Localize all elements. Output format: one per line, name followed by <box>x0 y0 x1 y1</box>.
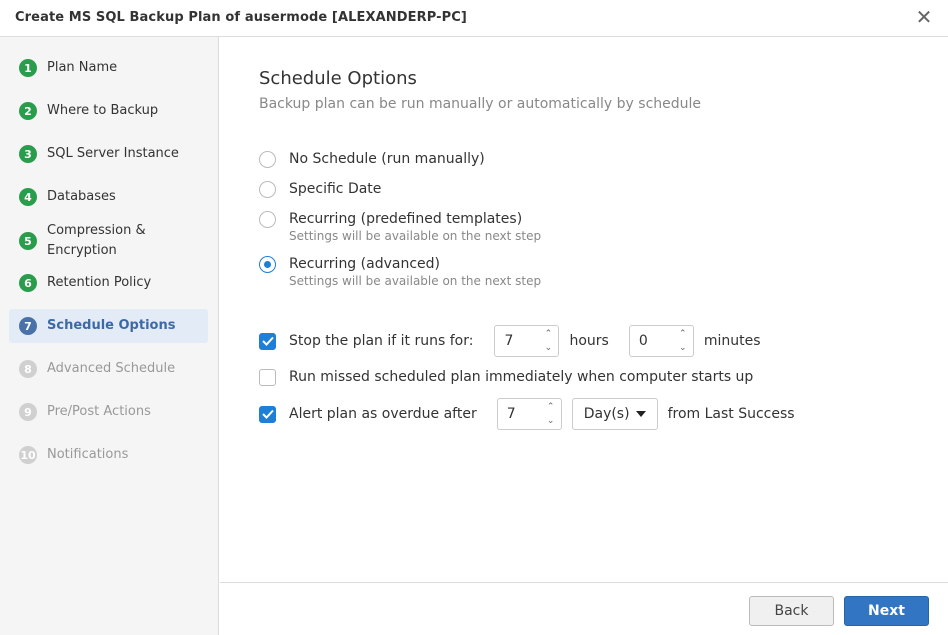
step-label: Where to Backup <box>47 103 159 118</box>
close-icon[interactable]: ✕ <box>912 5 936 29</box>
wizard-steps-sidebar: 1 Plan Name 2 Where to Backup 3 SQL Serv… <box>0 37 219 635</box>
radio-button[interactable] <box>259 181 276 198</box>
radio-recurring-advanced[interactable]: Recurring (advanced) Settings will be av… <box>259 255 541 289</box>
step-number: 4 <box>19 188 37 206</box>
step-number: 10 <box>19 446 37 464</box>
step-label: Databases <box>47 189 116 204</box>
radio-no-schedule[interactable]: No Schedule (run manually) <box>259 150 485 169</box>
dialog-titlebar: Create MS SQL Backup Plan of ausermode [… <box>0 0 948 37</box>
step-label: Retention Policy <box>47 275 152 290</box>
next-button[interactable]: Next <box>844 596 929 626</box>
caret-down-icon <box>635 411 646 417</box>
run-missed-label: Run missed scheduled plan immediately wh… <box>289 369 754 385</box>
step-number: 9 <box>19 403 37 421</box>
step-schedule-options[interactable]: 7 Schedule Options <box>9 309 208 343</box>
step-label: Compression & Encryption <box>47 223 146 258</box>
stop-plan-label: Stop the plan if it runs for: <box>289 333 474 349</box>
step-number: 5 <box>19 232 37 250</box>
spin-up-icon[interactable]: ⌃ <box>542 328 554 340</box>
page-subtitle: Backup plan can be run manually or autom… <box>259 96 702 112</box>
schedule-options-panel: Schedule Options Backup plan can be run … <box>220 37 948 582</box>
step-number: 6 <box>19 274 37 292</box>
spin-up-icon[interactable]: ⌃ <box>545 401 557 413</box>
radio-recurring-predefined[interactable]: Recurring (predefined templates) Setting… <box>259 210 541 244</box>
step-plan-name[interactable]: 1 Plan Name <box>9 51 208 85</box>
radio-label: Recurring (advanced) <box>289 256 440 272</box>
overdue-unit-select[interactable]: Day(s) <box>571 398 658 430</box>
spin-down-icon[interactable]: ⌄ <box>545 415 557 427</box>
step-compression-encryption[interactable]: 5 Compression & Encryption <box>9 220 208 262</box>
step-number: 3 <box>19 145 37 163</box>
spin-up-icon[interactable]: ⌃ <box>677 328 689 340</box>
step-label: Schedule Options <box>47 318 176 333</box>
step-label: Plan Name <box>47 60 118 75</box>
alert-overdue-label: Alert plan as overdue after <box>289 406 477 422</box>
step-sql-server-instance[interactable]: 3 SQL Server Instance <box>9 137 208 171</box>
back-button[interactable]: Back <box>749 596 834 626</box>
step-number: 8 <box>19 360 37 378</box>
radio-specific-date[interactable]: Specific Date <box>259 180 381 199</box>
dialog-footer: Back Next <box>220 582 948 635</box>
step-label: Advanced Schedule <box>47 361 176 376</box>
step-retention-policy[interactable]: 6 Retention Policy <box>9 266 208 300</box>
step-number: 1 <box>19 59 37 77</box>
step-label: SQL Server Instance <box>47 146 179 161</box>
radio-label: No Schedule (run manually) <box>289 151 485 167</box>
stop-plan-row: Stop the plan if it runs for: ⌃ ⌄ hours … <box>259 325 761 357</box>
radio-button[interactable] <box>259 211 276 228</box>
step-label: Notifications <box>47 447 129 462</box>
minutes-label: minutes <box>703 333 761 349</box>
step-notifications[interactable]: 10 Notifications <box>9 438 208 472</box>
spin-down-icon[interactable]: ⌄ <box>542 342 554 354</box>
alert-overdue-row: Alert plan as overdue after ⌃ ⌄ Day(s) f… <box>259 398 795 430</box>
stop-plan-checkbox[interactable] <box>259 332 276 350</box>
spin-down-icon[interactable]: ⌄ <box>677 342 689 354</box>
step-label: Pre/Post Actions <box>47 404 151 419</box>
minutes-stepper[interactable]: ⌃ ⌄ <box>628 325 694 357</box>
radio-button[interactable] <box>259 151 276 168</box>
hours-label: hours <box>569 333 609 349</box>
checkmark-icon <box>261 336 274 346</box>
run-missed-checkbox[interactable] <box>259 368 276 386</box>
overdue-unit-value: Day(s) <box>583 406 630 422</box>
step-pre-post-actions[interactable]: 9 Pre/Post Actions <box>9 395 208 429</box>
page-title: Schedule Options <box>259 68 417 89</box>
alert-overdue-checkbox[interactable] <box>259 405 276 423</box>
hours-stepper[interactable]: ⌃ ⌄ <box>494 325 560 357</box>
overdue-suffix: from Last Success <box>667 406 795 422</box>
radio-button-selected[interactable] <box>259 256 276 273</box>
overdue-stepper[interactable]: ⌃ ⌄ <box>496 398 562 430</box>
dialog-title: Create MS SQL Backup Plan of ausermode [… <box>15 10 467 25</box>
step-number: 7 <box>19 317 37 335</box>
step-databases[interactable]: 4 Databases <box>9 180 208 214</box>
step-where-to-backup[interactable]: 2 Where to Backup <box>9 94 208 128</box>
radio-hint: Settings will be available on the next s… <box>289 229 542 243</box>
step-advanced-schedule[interactable]: 8 Advanced Schedule <box>9 352 208 386</box>
radio-hint: Settings will be available on the next s… <box>289 274 542 288</box>
checkmark-icon <box>261 409 274 419</box>
run-missed-row: Run missed scheduled plan immediately wh… <box>259 361 753 393</box>
step-number: 2 <box>19 102 37 120</box>
radio-label: Recurring (predefined templates) <box>289 211 523 227</box>
radio-label: Specific Date <box>289 181 382 197</box>
